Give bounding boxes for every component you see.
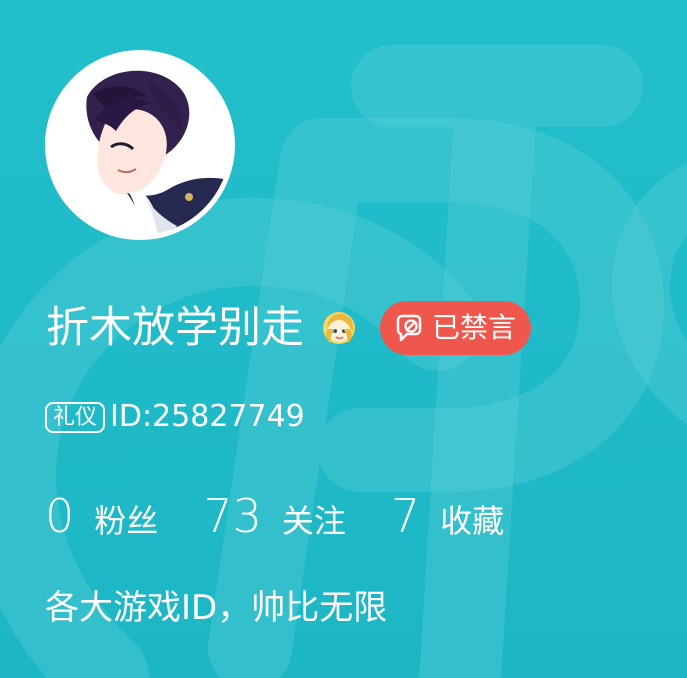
username-row: 折木放学别走 已禁言	[46, 296, 532, 360]
profile-header: 折木放学别走 已禁言 礼仪 ID:25827749 0 粉丝 73 关注 7 收…	[0, 0, 687, 678]
etiquette-tag[interactable]: 礼仪	[45, 401, 106, 433]
followers-count: 0	[45, 489, 75, 543]
user-id: ID:25827749	[110, 399, 305, 434]
profile-stats: 0 粉丝 73 关注 7 收藏	[45, 490, 549, 543]
followers-stat[interactable]: 0 粉丝	[45, 490, 158, 543]
user-avatar[interactable]	[45, 50, 235, 240]
followers-label: 粉丝	[94, 502, 159, 540]
following-label: 关注	[281, 502, 346, 540]
user-bio: 各大游戏ID，帅比无限	[45, 588, 388, 628]
blonde-girl-emoji-icon	[323, 312, 355, 344]
following-stat[interactable]: 73 关注	[203, 490, 346, 543]
favorites-stat[interactable]: 7 收藏	[391, 490, 504, 543]
user-id-row: 礼仪 ID:25827749	[45, 397, 305, 437]
favorites-label: 收藏	[440, 502, 505, 540]
favorites-count: 7	[390, 489, 421, 543]
following-count: 73	[203, 489, 262, 543]
muted-chat-icon	[396, 314, 422, 342]
muted-status-label: 已禁言	[432, 311, 517, 344]
anime-boy-avatar-icon	[50, 55, 230, 235]
muted-status-badge: 已禁言	[380, 301, 532, 355]
username: 折木放学别走	[46, 303, 304, 353]
